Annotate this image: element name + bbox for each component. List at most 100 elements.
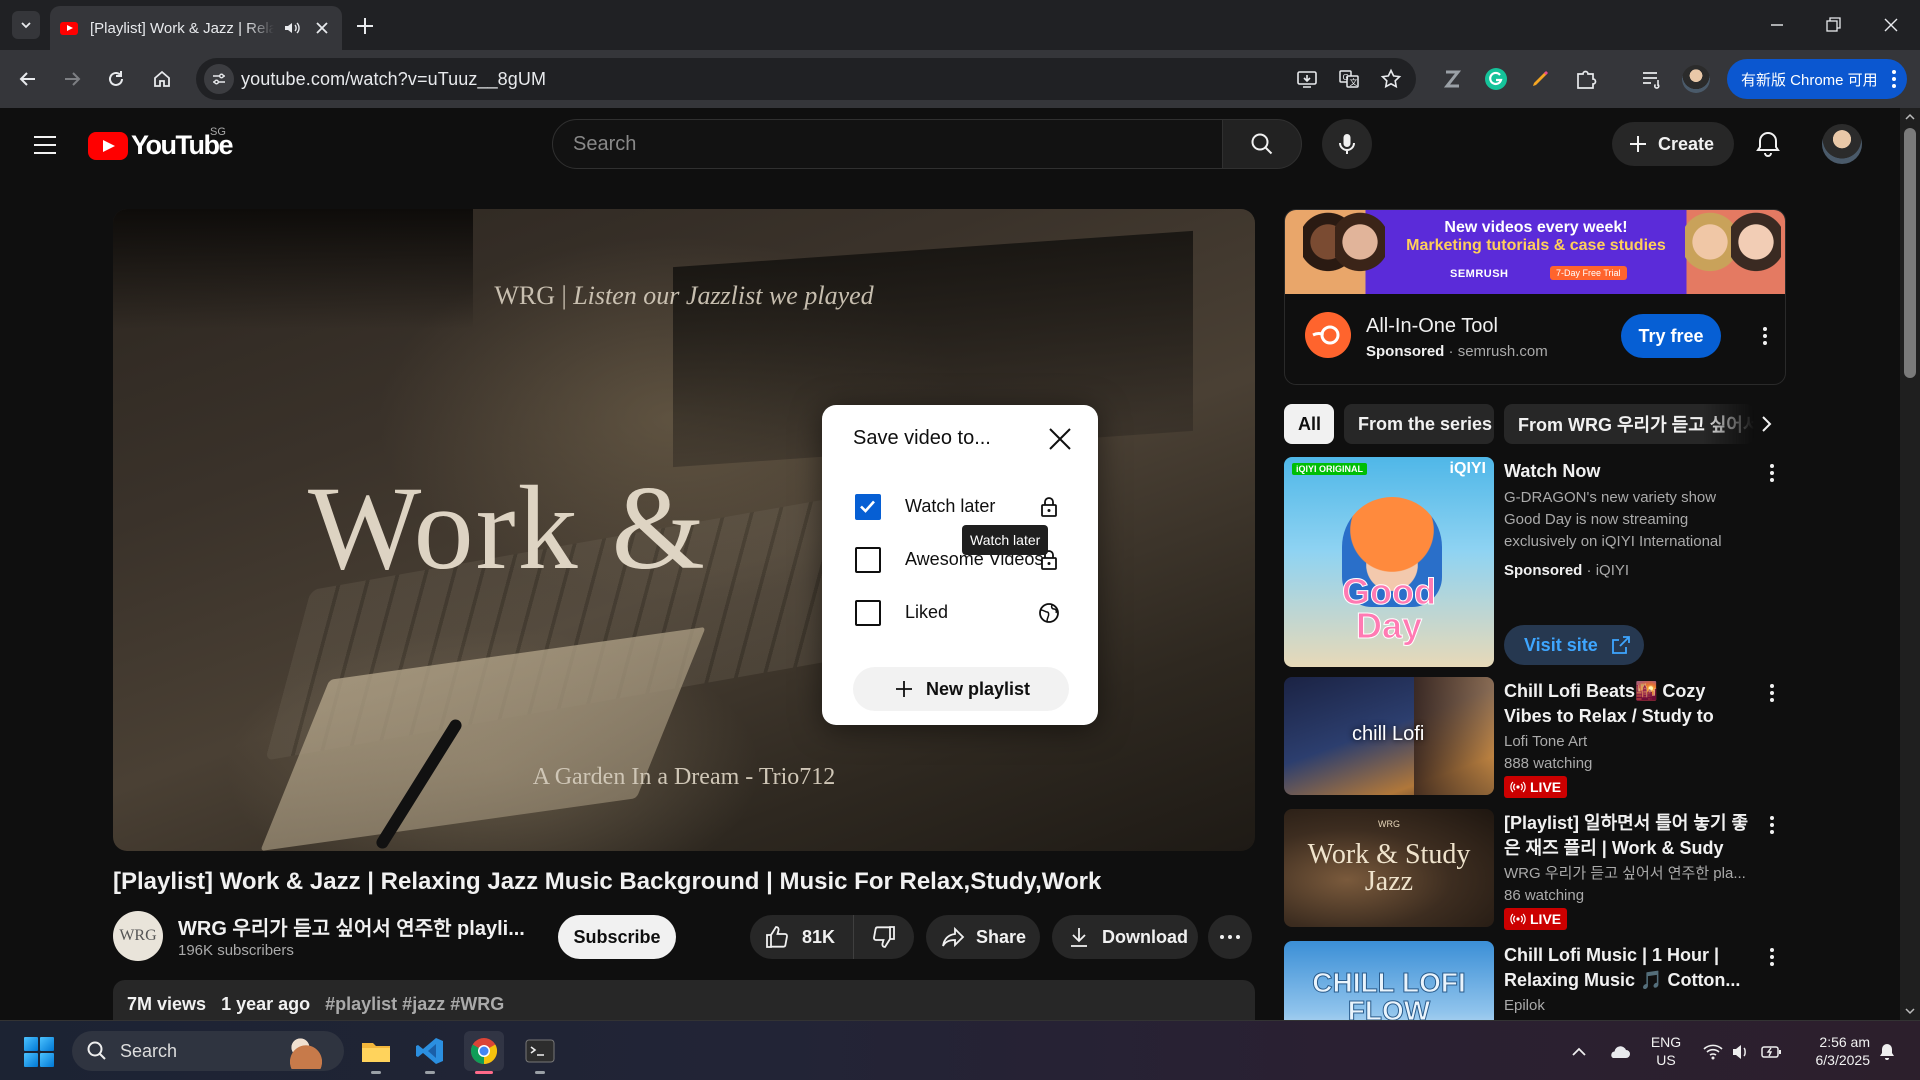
reload-button[interactable] xyxy=(102,65,130,93)
taskbar-search[interactable]: Search xyxy=(72,1031,344,1071)
zotero-extension-icon[interactable] xyxy=(1438,65,1466,93)
thumbnail[interactable]: chill Lofi xyxy=(1284,677,1494,795)
media-controls-icon[interactable] xyxy=(1638,65,1666,93)
visit-site-button[interactable]: Visit site xyxy=(1504,625,1644,665)
tab-close-icon[interactable] xyxy=(312,18,332,38)
chrome-update-button[interactable]: 有新版 Chrome 可用 xyxy=(1727,59,1907,99)
browser-tab-active[interactable]: [Playlist] Work & Jazz | Relaxing Jazz M… xyxy=(50,6,342,50)
search-input[interactable]: Search xyxy=(552,119,1224,169)
rec-more-icon[interactable] xyxy=(1760,945,1784,969)
chip-all[interactable]: All xyxy=(1284,404,1334,444)
try-free-button[interactable]: Try free xyxy=(1621,314,1721,358)
forward-button[interactable] xyxy=(58,65,86,93)
install-app-icon[interactable] xyxy=(1296,68,1318,90)
subscribe-button[interactable]: Subscribe xyxy=(558,915,676,959)
restore-icon[interactable] xyxy=(1820,12,1846,38)
battery-charging-icon[interactable] xyxy=(1760,1041,1782,1063)
onedrive-cloud-icon[interactable] xyxy=(1608,1041,1630,1063)
channel-avatar[interactable]: WRG xyxy=(113,911,163,961)
playlist-checkbox[interactable] xyxy=(855,547,881,573)
playlist-option-watch-later[interactable]: Watch later xyxy=(853,488,1083,524)
rec-title[interactable]: Chill Lofi Beats🌇 Cozy Vibes to Relax / … xyxy=(1504,679,1754,729)
page-scrollbar[interactable] xyxy=(1900,108,1920,1020)
hamburger-menu-icon[interactable] xyxy=(28,132,62,158)
recommendation-item[interactable]: WRG Work & Study Jazz [Playlist] 일하면서 틀어… xyxy=(1284,809,1786,930)
vscode-app[interactable] xyxy=(410,1031,450,1074)
file-explorer-app[interactable] xyxy=(356,1031,396,1074)
speaker-icon[interactable] xyxy=(282,18,302,38)
thumbnail[interactable]: iQIYI ORIGINAL iQIYI Good Day xyxy=(1284,457,1494,667)
chip-from-channel[interactable]: From WRG 우리가 듣고 싶어서 xyxy=(1504,404,1754,444)
playlist-checkbox[interactable] xyxy=(855,494,881,520)
playlist-label: Liked xyxy=(905,602,949,622)
pen-extension-icon[interactable] xyxy=(1526,65,1554,93)
dialog-close-icon[interactable] xyxy=(1044,423,1076,455)
thumbnail[interactable]: WRG Work & Study Jazz xyxy=(1284,809,1494,927)
volume-icon[interactable] xyxy=(1730,1041,1752,1063)
minimize-icon[interactable] xyxy=(1764,12,1790,38)
ad-banner[interactable]: New videos every week! Marketing tutoria… xyxy=(1285,210,1785,294)
share-button[interactable]: Share xyxy=(926,915,1040,959)
clock[interactable]: 2:56 am 6/3/2025 xyxy=(1790,1033,1871,1069)
sponsored-recommendation[interactable]: iQIYI ORIGINAL iQIYI Good Day Watch Now … xyxy=(1284,457,1786,667)
chip-from-series[interactable]: From the series xyxy=(1344,404,1494,444)
more-actions-button[interactable] xyxy=(1208,915,1252,959)
rec-more-icon[interactable] xyxy=(1760,461,1784,485)
site-info-button[interactable] xyxy=(204,64,234,94)
bookmark-star-icon[interactable] xyxy=(1380,68,1402,90)
youtube-logo[interactable]: YouTube SG xyxy=(88,126,233,161)
voice-search-button[interactable] xyxy=(1322,119,1372,169)
playlist-checkbox[interactable] xyxy=(855,600,881,626)
account-avatar[interactable] xyxy=(1822,124,1862,164)
terminal-app[interactable] xyxy=(520,1031,560,1074)
profile-avatar[interactable] xyxy=(1682,65,1710,93)
playlist-option-liked[interactable]: Liked xyxy=(853,594,1083,630)
hashtags[interactable]: #playlist #jazz #WRG xyxy=(325,994,504,1014)
chevron-right-icon[interactable] xyxy=(1754,412,1778,436)
vscode-icon xyxy=(416,1038,443,1064)
download-button[interactable]: Download xyxy=(1052,915,1198,959)
new-playlist-button[interactable]: New playlist xyxy=(853,667,1069,711)
rec-title[interactable]: Chill Lofi Music | 1 Hour | Relaxing Mus… xyxy=(1504,943,1754,993)
rec-more-icon[interactable] xyxy=(1760,681,1784,705)
rec-more-icon[interactable] xyxy=(1760,813,1784,837)
visit-site-label: Visit site xyxy=(1524,634,1598,655)
tooltip: Watch later xyxy=(962,525,1049,555)
rec-title[interactable]: [Playlist] 일하면서 틀어 놓기 좋은 재즈 플리 | Work & … xyxy=(1504,811,1754,861)
share-label: Share xyxy=(976,926,1027,947)
ad-title[interactable]: All-In-One Tool xyxy=(1366,315,1498,338)
window-close-icon[interactable] xyxy=(1878,12,1904,38)
tab-search-button[interactable] xyxy=(12,11,40,39)
recommendation-item[interactable]: CHILL LOFI FLOW Chill Lofi Music | 1 Hou… xyxy=(1284,941,1786,1020)
home-button[interactable] xyxy=(148,65,176,93)
ad-more-icon[interactable] xyxy=(1753,324,1777,348)
like-button[interactable]: 81K xyxy=(750,915,854,959)
address-bar[interactable]: youtube.com/watch?v=uTuuz__8gUM G文 xyxy=(196,58,1416,100)
search-button[interactable] xyxy=(1222,119,1302,169)
scroll-up-icon[interactable] xyxy=(1904,112,1916,122)
grammarly-extension-icon[interactable] xyxy=(1482,65,1510,93)
notifications-bell-icon[interactable] xyxy=(1752,128,1784,160)
windows-start-icon[interactable] xyxy=(24,1037,54,1067)
new-tab-icon[interactable] xyxy=(352,13,378,39)
scrollbar-thumb[interactable] xyxy=(1904,128,1916,378)
recommendation-item[interactable]: chill Lofi Chill Lofi Beats🌇 Cozy Vibes … xyxy=(1284,677,1786,798)
create-button[interactable]: Create xyxy=(1612,122,1734,166)
translate-icon[interactable]: G文 xyxy=(1338,68,1360,90)
sponsored-ad-card[interactable]: New videos every week! Marketing tutoria… xyxy=(1284,209,1786,385)
chevron-up-icon[interactable] xyxy=(1568,1041,1590,1063)
rec-title[interactable]: Watch Now xyxy=(1504,459,1754,484)
extensions-puzzle-icon[interactable] xyxy=(1572,65,1600,93)
chrome-app[interactable] xyxy=(464,1031,504,1074)
scroll-down-icon[interactable] xyxy=(1904,1006,1916,1016)
notification-bell-icon[interactable] xyxy=(1876,1041,1898,1063)
input-language[interactable]: ENG US xyxy=(1646,1033,1686,1069)
wifi-icon[interactable] xyxy=(1702,1041,1724,1063)
save-video-dialog: Save video to... Watch later Awesome Vid… xyxy=(822,405,1098,725)
channel-name[interactable]: WRG 우리가 듣고 싶어서 연주한 playli... xyxy=(178,912,538,941)
dislike-button[interactable] xyxy=(854,915,914,959)
description-box[interactable]: 7M views 1 year ago #playlist #jazz #WRG xyxy=(113,980,1255,1020)
thumbnail[interactable]: CHILL LOFI FLOW xyxy=(1284,941,1494,1020)
rec-sponsor: Sponsored · iQIYI xyxy=(1504,562,1630,579)
back-button[interactable] xyxy=(14,65,42,93)
